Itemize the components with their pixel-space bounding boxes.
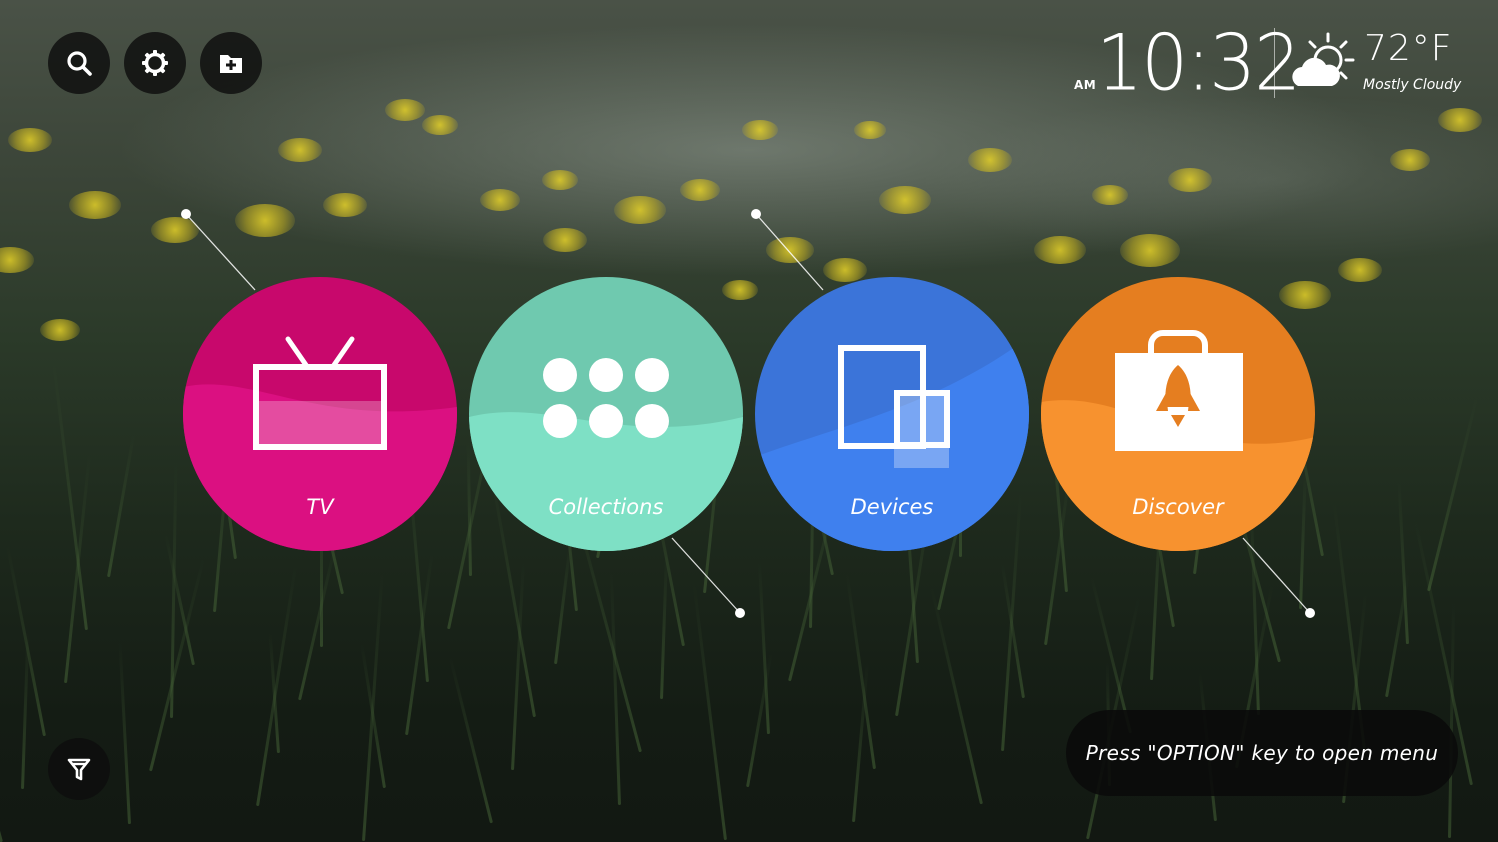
background-flower — [766, 236, 814, 264]
option-hint: Press "OPTION" key to open menu — [1066, 710, 1458, 796]
background-flower — [1092, 185, 1128, 205]
background-flower — [69, 190, 121, 220]
background-flower — [1338, 257, 1382, 283]
background-flower — [1390, 149, 1430, 171]
clock-ampm: AM — [1074, 78, 1097, 92]
partly-cloudy-icon — [1292, 32, 1355, 86]
hub-devices[interactable]: Devices — [755, 277, 1029, 551]
add-folder-button[interactable] — [200, 32, 262, 94]
background-flower — [742, 120, 778, 140]
filter-button[interactable] — [48, 738, 110, 800]
clock-time: 10:32 — [1096, 17, 1301, 109]
background-flower — [385, 99, 425, 121]
background-flower — [1034, 235, 1086, 265]
gear-icon — [142, 50, 168, 76]
background-flower — [543, 227, 587, 253]
filter-icon — [67, 758, 91, 781]
hub-label-tv: TV — [306, 495, 334, 519]
background-flower — [278, 137, 322, 163]
background-flower — [422, 115, 458, 135]
folder-plus-icon — [220, 55, 242, 73]
weather-condition: Mostly Cloudy — [1363, 77, 1462, 93]
background-flower — [151, 216, 199, 244]
clock-divider — [1274, 28, 1275, 98]
settings-button[interactable] — [124, 32, 186, 94]
hub-label-devices: Devices — [850, 495, 934, 519]
background-flower — [680, 179, 720, 201]
background-flower — [480, 189, 520, 211]
weather-temperature: 72°F — [1364, 28, 1453, 69]
background-flower — [614, 195, 666, 225]
search-button[interactable] — [48, 32, 110, 94]
hub-discover[interactable]: Discover — [1041, 277, 1315, 551]
hub-tv[interactable]: TV — [183, 277, 457, 551]
background-flower — [879, 185, 931, 215]
background-flower — [1438, 107, 1482, 133]
background-flower — [323, 192, 367, 218]
background-flower — [542, 170, 578, 190]
background-flower — [1168, 167, 1212, 193]
option-hint-text: Press "OPTION" key to open menu — [1085, 741, 1439, 765]
background-flower — [968, 147, 1012, 173]
background-flower — [854, 121, 886, 139]
search-icon — [67, 51, 92, 76]
background-flower — [40, 319, 80, 341]
hub-collections[interactable]: Collections — [469, 277, 743, 551]
background-flower — [235, 203, 295, 237]
background-flower — [8, 127, 52, 153]
hub-label-collections: Collections — [548, 495, 664, 519]
hub-label-discover: Discover — [1132, 495, 1224, 519]
background-flower — [1120, 233, 1180, 267]
